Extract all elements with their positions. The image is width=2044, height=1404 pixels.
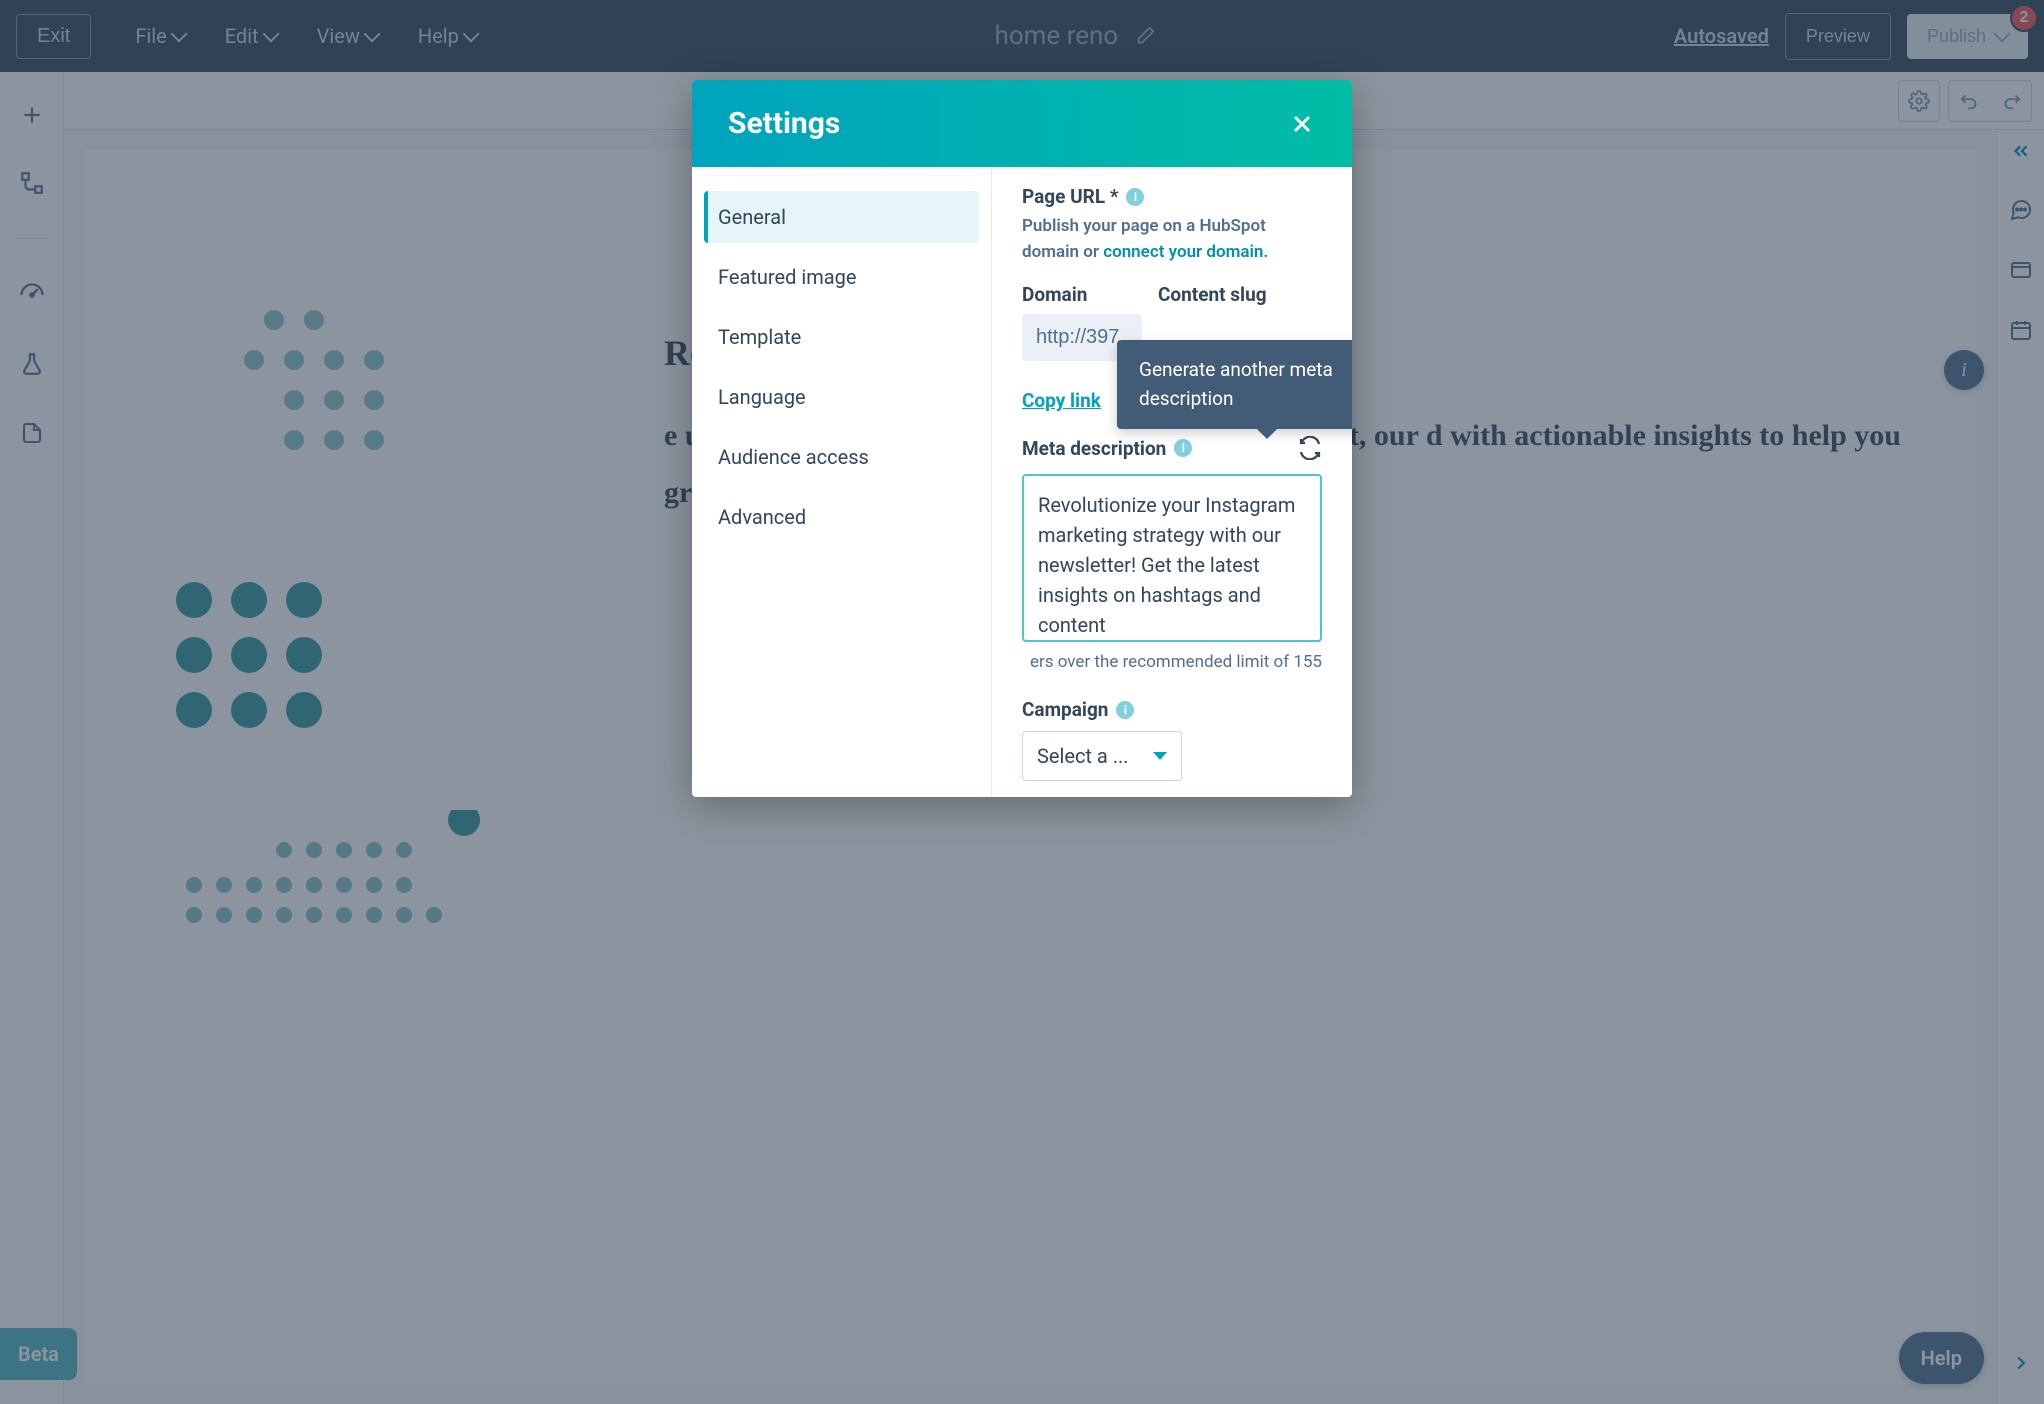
settings-modal: Settings General Featured image Template… [692,80,1352,797]
nav-advanced[interactable]: Advanced [704,491,979,543]
campaign-select[interactable]: Select a ... [1022,731,1182,781]
page-url-label: Page URL * i [1022,185,1322,208]
modal-body: General Featured image Template Language… [692,167,1352,797]
meta-row: Meta description i [1022,436,1322,460]
regenerate-meta-button[interactable] [1298,436,1322,460]
domain-label: Domain [1022,283,1142,306]
meta-limit-text: ers over the recommended limit of 155 [1022,652,1322,672]
campaign-label: Campaign i [1022,698,1322,721]
meta-description-input[interactable] [1022,474,1322,642]
info-icon[interactable]: i [1174,439,1192,457]
close-icon [1288,110,1316,138]
settings-nav: General Featured image Template Language… [692,167,992,797]
nav-featured-image[interactable]: Featured image [704,251,979,303]
page-url-label-text: Page URL * [1022,185,1118,208]
page-url-help: Publish your page on a HubSpot domain or… [1022,214,1322,265]
slug-label: Content slug [1158,283,1267,306]
nav-language[interactable]: Language [704,371,979,423]
tooltip: Generate another meta description [1117,340,1352,429]
meta-label: Meta description i [1022,437,1192,460]
nav-audience-access[interactable]: Audience access [704,431,979,483]
caret-down-icon [1153,752,1167,760]
connect-domain-link[interactable]: connect your domain. [1103,242,1268,262]
close-button[interactable] [1288,110,1316,138]
nav-general[interactable]: General [704,191,979,243]
nav-template[interactable]: Template [704,311,979,363]
settings-panel: Page URL * i Publish your page on a HubS… [992,167,1352,797]
refresh-icon [1298,436,1322,460]
tooltip-text: Generate another meta description [1139,358,1333,410]
info-icon[interactable]: i [1116,701,1134,719]
campaign-select-value: Select a ... [1037,744,1129,768]
info-icon[interactable]: i [1126,188,1144,206]
modal-header: Settings [692,80,1352,167]
campaign-label-text: Campaign [1022,698,1108,721]
modal-title: Settings [728,106,840,141]
modal-overlay[interactable]: Settings General Featured image Template… [0,0,2044,1404]
meta-label-text: Meta description [1022,437,1166,460]
